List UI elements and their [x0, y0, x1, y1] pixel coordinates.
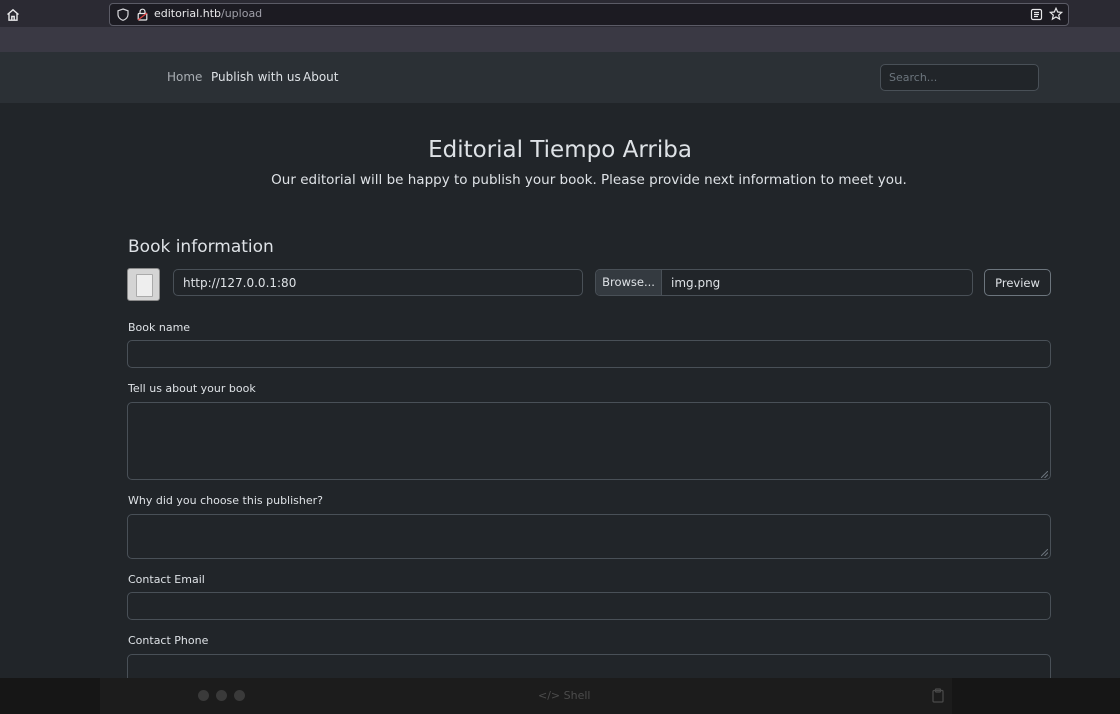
why-publisher-label: Why did you choose this publisher?	[128, 494, 324, 507]
nav-link-about[interactable]: About	[303, 70, 338, 84]
contact-phone-label: Contact Phone	[128, 634, 209, 647]
selected-file-name: img.png	[671, 276, 721, 290]
lock-icon[interactable]	[137, 8, 148, 21]
page-subtitle: Our editorial will be happy to publish y…	[271, 172, 907, 188]
about-book-textarea[interactable]	[127, 402, 1051, 480]
address-bar[interactable]: editorial.htb/upload	[109, 3, 1069, 26]
url-host: editorial.htb	[154, 7, 221, 20]
nav-link-publish[interactable]: Publish with us	[211, 70, 301, 84]
nav-link-home[interactable]: Home	[167, 70, 202, 84]
resize-handle-icon[interactable]	[1041, 471, 1048, 478]
home-icon[interactable]	[5, 7, 21, 23]
page-title: Editorial Tiempo Arriba	[428, 137, 692, 163]
clipboard-icon[interactable]	[932, 688, 944, 703]
bottom-dock: </> Shell	[0, 678, 1120, 714]
cover-url-input[interactable]	[173, 269, 583, 296]
book-name-input[interactable]	[127, 340, 1051, 368]
shield-icon[interactable]	[117, 8, 129, 21]
bookmark-star-icon[interactable]	[1049, 7, 1063, 21]
contact-email-label: Contact Email	[128, 573, 205, 586]
url-path: /upload	[221, 7, 263, 20]
preview-button[interactable]: Preview	[984, 269, 1051, 296]
section-heading: Book information	[128, 237, 274, 257]
reader-view-icon[interactable]	[1030, 8, 1043, 21]
window-dot-icon[interactable]	[216, 690, 227, 701]
document-icon	[136, 274, 153, 297]
browse-button[interactable]: Browse...	[596, 270, 662, 295]
resize-handle-icon[interactable]	[1041, 549, 1048, 556]
url-text[interactable]: editorial.htb/upload	[154, 7, 262, 20]
search-input[interactable]	[880, 64, 1039, 91]
book-cover-preview	[127, 268, 160, 301]
main-content: Editorial Tiempo Arriba Our editorial wi…	[0, 103, 1120, 684]
browser-toolbar: editorial.htb/upload	[0, 0, 1120, 52]
shell-tab-label[interactable]: </> Shell	[538, 689, 590, 702]
shell-panel: </> Shell	[100, 678, 952, 714]
why-publisher-textarea[interactable]	[127, 514, 1051, 559]
book-name-label: Book name	[128, 321, 191, 334]
file-upload-field[interactable]: Browse... img.png	[595, 269, 973, 296]
bookmarks-toolbar	[0, 27, 1120, 52]
window-dot-icon[interactable]	[234, 690, 245, 701]
window-dot-icon[interactable]	[198, 690, 209, 701]
contact-email-input[interactable]	[127, 592, 1051, 620]
site-navbar: Home Publish with us About	[0, 52, 1120, 103]
about-book-label: Tell us about your book	[128, 382, 256, 395]
